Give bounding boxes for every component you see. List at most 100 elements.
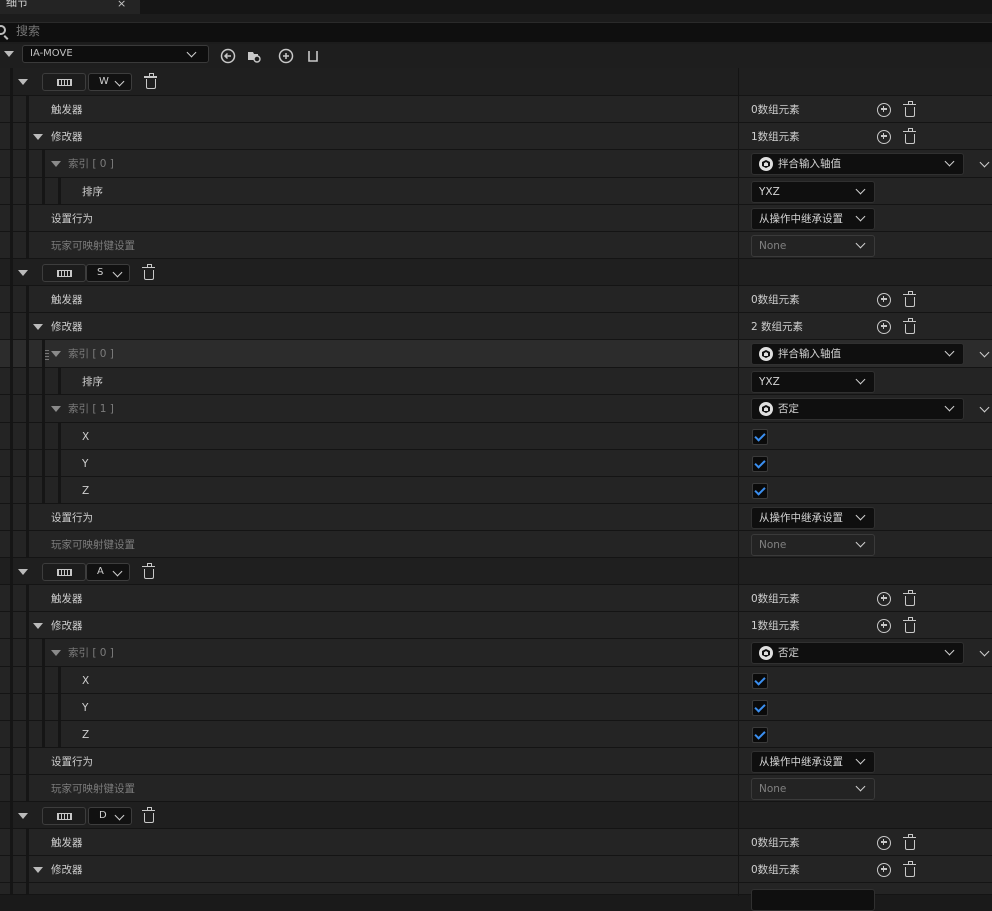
collapse-arrow-icon[interactable] — [33, 622, 43, 629]
chevron-down-icon — [944, 645, 955, 656]
trash-icon[interactable] — [903, 589, 916, 606]
collapse-arrow-icon[interactable] — [4, 51, 14, 57]
keyboard-key-selector[interactable] — [42, 263, 86, 282]
indent-guide — [42, 368, 45, 394]
chevron-down-icon — [855, 754, 866, 764]
add-circle-icon[interactable] — [877, 102, 891, 117]
indent-guide — [26, 178, 29, 204]
drag-handle-icon[interactable] — [45, 348, 49, 360]
order-dropdown[interactable]: YXZ — [751, 180, 875, 203]
collapse-arrow-icon[interactable] — [51, 161, 61, 167]
checkbox[interactable] — [752, 726, 768, 743]
trash-icon[interactable] — [903, 317, 916, 334]
dropdown[interactable] — [751, 889, 875, 911]
add-circle-icon[interactable] — [877, 862, 891, 877]
key-dropdown[interactable]: W — [88, 73, 132, 91]
mapping-row-w: W — [0, 68, 992, 96]
collapse-arrow-icon[interactable] — [18, 812, 28, 819]
search-input[interactable] — [16, 22, 516, 41]
keyboard-key-selector[interactable] — [42, 562, 86, 581]
add-circle-icon[interactable] — [877, 319, 891, 334]
indent-guide — [10, 775, 13, 801]
trash-icon[interactable] — [903, 860, 916, 877]
indent-guide — [26, 667, 29, 693]
order-dropdown[interactable]: YXZ — [751, 370, 875, 393]
unreal-logo-icon — [759, 157, 773, 171]
checkbox[interactable] — [752, 672, 768, 689]
key-dropdown[interactable]: D — [88, 806, 132, 825]
indent-guide — [26, 639, 29, 666]
keyboard-key-selector[interactable] — [42, 73, 86, 91]
x-label: X — [82, 430, 90, 443]
indent-guide — [26, 748, 29, 774]
key-dropdown[interactable]: S — [86, 263, 130, 282]
triggers-label: 触发器 — [51, 103, 83, 116]
clear-elements-icon[interactable] — [305, 48, 321, 64]
behavior-dropdown[interactable]: 从操作中继承设置 — [751, 506, 875, 529]
collapse-arrow-icon[interactable] — [33, 323, 43, 330]
behavior-dropdown[interactable]: 从操作中继承设置 — [751, 207, 875, 230]
trash-icon[interactable] — [903, 833, 916, 850]
dropdown-value: None — [759, 239, 787, 252]
indent-guide — [42, 667, 45, 693]
key-dropdown[interactable]: A — [86, 562, 130, 581]
modifier-class-dropdown[interactable]: 拌合输入轴值 — [751, 343, 964, 365]
trash-icon[interactable] — [903, 290, 916, 307]
trash-icon[interactable] — [903, 127, 916, 144]
indent-guide — [26, 856, 29, 882]
indent-guide — [42, 721, 45, 747]
indent-guide — [10, 612, 13, 638]
add-circle-icon[interactable] — [877, 618, 891, 633]
add-circle-icon[interactable] — [877, 129, 891, 144]
indent-guide — [26, 721, 29, 747]
add-element-icon[interactable] — [278, 48, 294, 64]
browse-asset-icon[interactable] — [246, 48, 262, 64]
indent-guide — [26, 368, 29, 394]
indent-guide — [10, 477, 13, 503]
checkbox[interactable] — [752, 428, 768, 445]
checkbox[interactable] — [752, 482, 768, 499]
element-count: 1数组元素 — [751, 619, 800, 632]
behavior-dropdown[interactable]: 从操作中继承设置 — [751, 750, 875, 773]
add-circle-icon[interactable] — [877, 292, 891, 307]
collapse-arrow-icon[interactable] — [51, 650, 61, 656]
collapse-arrow-icon[interactable] — [18, 568, 28, 575]
modifier-class-dropdown[interactable]: 否定 — [751, 398, 964, 420]
checkbox[interactable] — [752, 455, 768, 472]
trash-icon[interactable] — [903, 616, 916, 633]
trash-icon[interactable] — [142, 562, 155, 579]
collapse-arrow-icon[interactable] — [33, 133, 43, 140]
collapse-arrow-icon[interactable] — [18, 79, 28, 85]
trash-icon[interactable] — [903, 100, 916, 117]
keyboard-key-selector[interactable] — [42, 806, 86, 825]
use-selected-icon[interactable] — [220, 48, 236, 64]
collapse-arrow-icon[interactable] — [51, 406, 61, 412]
collapse-arrow-icon[interactable] — [51, 351, 61, 357]
indent-guide — [10, 748, 13, 774]
checkbox[interactable] — [752, 699, 768, 716]
modifiers-row: 修改器 1数组元素 — [0, 123, 992, 150]
add-circle-icon[interactable] — [877, 835, 891, 850]
partial-row — [0, 883, 992, 911]
collapse-arrow-icon[interactable] — [33, 866, 43, 873]
indent-guide — [58, 694, 61, 720]
trash-icon[interactable] — [142, 263, 155, 280]
element-count: 1数组元素 — [751, 130, 800, 143]
modifier-class-dropdown[interactable]: 拌合输入轴值 — [751, 153, 964, 175]
collapse-arrow-icon[interactable] — [18, 269, 28, 276]
indent-guide — [10, 259, 13, 285]
indent-guide — [42, 395, 45, 422]
indent-guide — [26, 694, 29, 720]
indent-guide — [26, 477, 29, 503]
tab-close-button[interactable]: × — [117, 0, 126, 11]
sort-label: 排序 — [82, 185, 103, 198]
indent-guide — [42, 423, 45, 449]
add-circle-icon[interactable] — [877, 591, 891, 606]
trash-icon[interactable] — [142, 806, 155, 823]
indent-guide — [10, 721, 13, 747]
trash-icon[interactable] — [144, 73, 157, 89]
modifier-class-dropdown[interactable]: 否定 — [751, 642, 964, 664]
indent-guide — [26, 205, 29, 231]
behavior-label: 设置行为 — [51, 212, 93, 225]
indent-guide — [58, 477, 61, 503]
